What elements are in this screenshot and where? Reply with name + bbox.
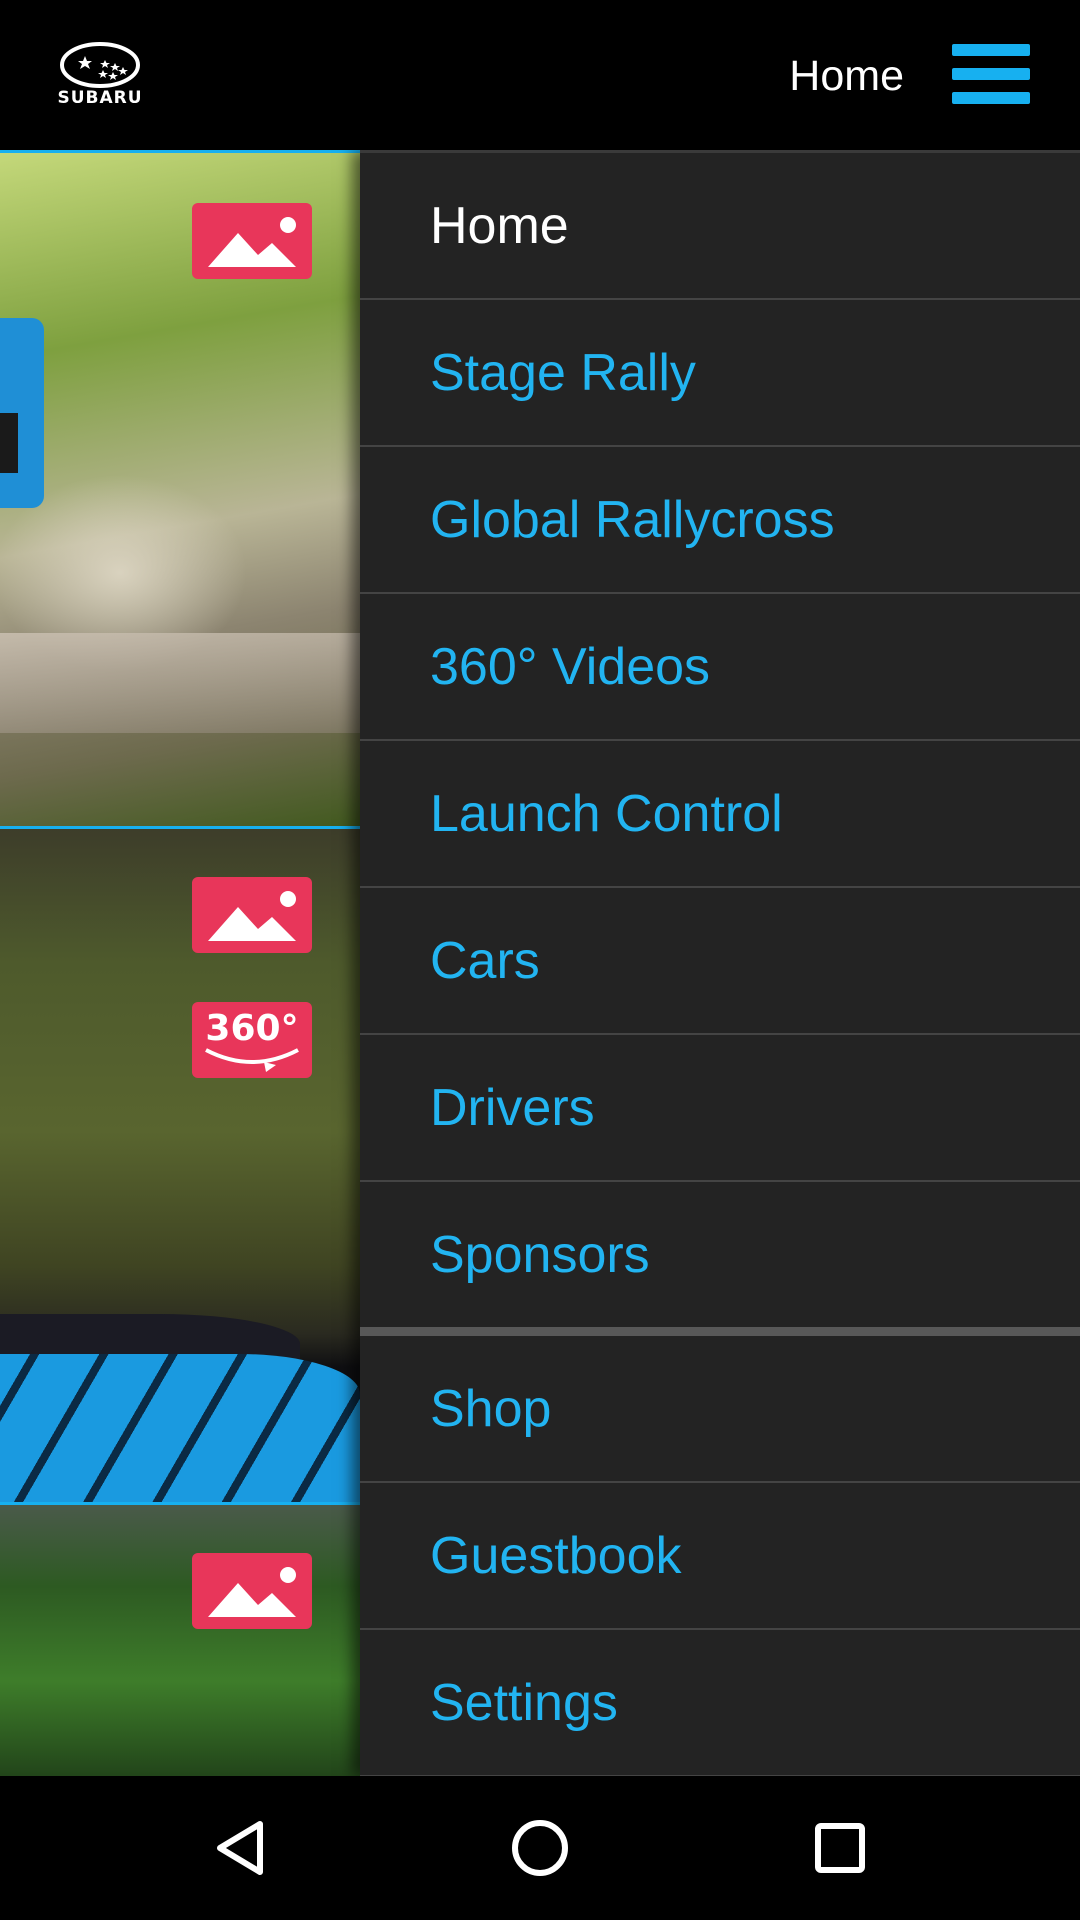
home-icon[interactable] bbox=[510, 1818, 570, 1878]
menu-item-label: Guestbook bbox=[430, 1527, 682, 1585]
car-hood-livery bbox=[0, 1354, 360, 1505]
logo-text: SUBARU bbox=[57, 88, 143, 108]
menu-item-label: 360° Videos bbox=[430, 638, 711, 696]
menu-section-divider bbox=[360, 1327, 1080, 1336]
app-header: SUBARU Home bbox=[0, 0, 1080, 150]
menu-item-home[interactable]: Home bbox=[360, 153, 1080, 300]
menu-item-shop[interactable]: Shop bbox=[360, 1336, 1080, 1483]
image-icon bbox=[192, 203, 312, 279]
menu-item-drivers[interactable]: Drivers bbox=[360, 1035, 1080, 1182]
menu-item-label: Global Rallycross bbox=[430, 491, 835, 549]
navigation-drawer: Home Stage Rally Global Rallycross 360° … bbox=[360, 150, 1080, 1777]
menu-item-label: Drivers bbox=[430, 1079, 595, 1137]
hamburger-bar bbox=[952, 92, 1030, 104]
page-title: Home bbox=[789, 52, 904, 100]
menu-item-label: Sponsors bbox=[430, 1226, 650, 1284]
hamburger-bar bbox=[952, 68, 1030, 80]
menu-item-sponsors[interactable]: Sponsors bbox=[360, 1182, 1080, 1329]
system-navigation-bar bbox=[0, 1776, 1080, 1920]
feed-tile[interactable] bbox=[0, 150, 360, 826]
360-video-icon: 360° bbox=[192, 1002, 312, 1078]
menu-item-launch-control[interactable]: Launch Control bbox=[360, 741, 1080, 888]
menu-item-label: Stage Rally bbox=[430, 344, 696, 402]
hamburger-bar bbox=[952, 44, 1030, 56]
hamburger-menu-icon[interactable] bbox=[952, 44, 1030, 104]
menu-item-guestbook[interactable]: Guestbook bbox=[360, 1483, 1080, 1630]
menu-item-label: Settings bbox=[430, 1674, 618, 1732]
menu-item-360-videos[interactable]: 360° Videos bbox=[360, 594, 1080, 741]
recents-icon[interactable] bbox=[810, 1818, 870, 1878]
menu-item-label: Home bbox=[430, 197, 569, 255]
menu-item-label: Launch Control bbox=[430, 785, 783, 843]
menu-item-label: Shop bbox=[430, 1380, 552, 1438]
subaru-emblem-icon bbox=[60, 42, 140, 88]
feed-tile[interactable] bbox=[0, 1502, 360, 1776]
subaru-logo[interactable]: SUBARU bbox=[45, 42, 155, 108]
menu-item-stage-rally[interactable]: Stage Rally bbox=[360, 300, 1080, 447]
image-icon bbox=[192, 1553, 312, 1629]
feed-tile[interactable]: 360° bbox=[0, 826, 360, 1505]
menu-item-global-rallycross[interactable]: Global Rallycross bbox=[360, 447, 1080, 594]
menu-item-label: Cars bbox=[430, 932, 540, 990]
car-hood-edge bbox=[0, 1314, 300, 1359]
image-icon bbox=[192, 877, 312, 953]
back-icon[interactable] bbox=[210, 1818, 270, 1878]
dirt-road bbox=[0, 633, 360, 733]
content-feed: 360° bbox=[0, 150, 360, 1776]
menu-item-settings[interactable]: Settings bbox=[360, 1630, 1080, 1777]
rally-car-photo bbox=[0, 318, 44, 508]
menu-item-cars[interactable]: Cars bbox=[360, 888, 1080, 1035]
